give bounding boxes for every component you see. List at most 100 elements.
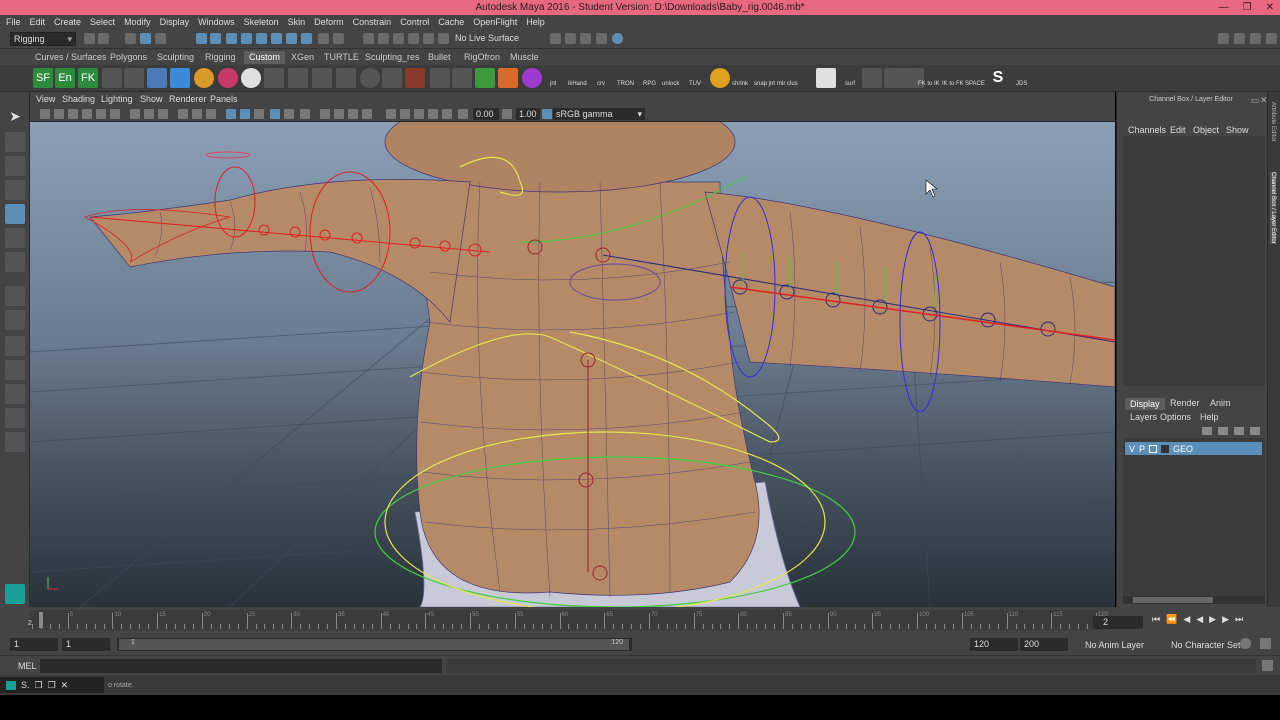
- render-frame-icon[interactable]: [550, 33, 561, 44]
- viewport-menu-panels[interactable]: Panels: [210, 94, 238, 104]
- menu-windows[interactable]: Windows: [198, 15, 240, 29]
- smooth-shade-icon[interactable]: [240, 109, 250, 119]
- shadows-icon[interactable]: [320, 109, 330, 119]
- layout-two-icon[interactable]: [5, 336, 25, 356]
- shelf-tool-icon-4[interactable]: [170, 68, 190, 88]
- snap-magnet-icon-3[interactable]: [393, 33, 404, 44]
- menu-create[interactable]: Create: [54, 15, 86, 29]
- shelf-tool-icon-6[interactable]: [218, 68, 238, 88]
- menu-select[interactable]: Select: [90, 15, 120, 29]
- ambient-occlusion-icon[interactable]: [334, 109, 344, 119]
- shelf-tool-icon-7[interactable]: [241, 68, 261, 88]
- bookmark-icon[interactable]: [68, 109, 78, 119]
- shelf-label-ik-to-fk[interactable]: IK to FK: [942, 81, 964, 87]
- anim-end-field[interactable]: 120: [970, 638, 1018, 651]
- menu-skin[interactable]: Skin: [288, 15, 311, 29]
- step-forward-frame-icon[interactable]: ▶︎: [1222, 614, 1229, 625]
- start-time-field[interactable]: 1: [10, 638, 58, 651]
- shelf-tool-icon-17[interactable]: [475, 68, 495, 88]
- time-slider[interactable]: 5 10 15 20 25 30 35 40 45 50 55 60 65 70 75 80 85 90 95 100…: [0, 607, 1280, 633]
- image-plane-icon[interactable]: [82, 109, 92, 119]
- workspace-icon[interactable]: [1218, 33, 1229, 44]
- snap-grid-icon[interactable]: [196, 33, 207, 44]
- grid-icon[interactable]: [130, 109, 140, 119]
- render-ipr-icon[interactable]: [565, 33, 576, 44]
- restore-window-icon[interactable]: ❐: [35, 680, 43, 691]
- shelf-tool-icon-9[interactable]: [288, 68, 308, 88]
- viewport-scene[interactable]: [30, 122, 1115, 607]
- play-back-icon[interactable]: ◀: [1196, 614, 1203, 625]
- layer-tab-render[interactable]: Render: [1170, 398, 1200, 408]
- camera-select-icon[interactable]: [40, 109, 50, 119]
- maya-window-icon[interactable]: [6, 680, 16, 690]
- step-back-frame-icon[interactable]: ◀︎: [1183, 614, 1190, 625]
- shelf-tab-curves[interactable]: Curves / Surfaces: [35, 51, 107, 64]
- shelf-label-tron[interactable]: TRON: [617, 81, 634, 87]
- shelf-tab-turtle[interactable]: TURTLE: [324, 51, 359, 64]
- shelf-tool-icon-16[interactable]: [452, 68, 472, 88]
- end-time-field[interactable]: 200: [1020, 638, 1068, 651]
- fk-tool-button[interactable]: FK: [78, 68, 98, 88]
- layer-name[interactable]: GEO: [1173, 444, 1193, 454]
- viewport-menu-lighting[interactable]: Lighting: [101, 94, 133, 104]
- shelf-label-jds[interactable]: JDS: [1016, 81, 1027, 87]
- history-icon[interactable]: [333, 33, 344, 44]
- select-tool-icon[interactable]: ➤: [5, 108, 25, 128]
- film-gate-icon[interactable]: [144, 109, 154, 119]
- rotate-tool-icon[interactable]: [5, 204, 25, 224]
- layer-row-geo[interactable]: V P GEO: [1125, 442, 1262, 455]
- select-mask-icon-3[interactable]: [301, 33, 312, 44]
- shelf-label-space[interactable]: SPACE: [965, 81, 985, 87]
- last-tool-icon[interactable]: [5, 252, 25, 272]
- auto-key-icon[interactable]: [1240, 638, 1251, 649]
- antialiasing-icon[interactable]: [362, 109, 372, 119]
- camera-attrs-icon[interactable]: [54, 109, 64, 119]
- channels-menu[interactable]: Channels: [1128, 125, 1166, 135]
- minimized-window-s[interactable]: S.: [21, 680, 30, 690]
- layer-scrollbar[interactable]: [1123, 596, 1265, 604]
- exposure-toggle-icon[interactable]: [458, 109, 468, 119]
- panel-layout-icon[interactable]: [1234, 33, 1245, 44]
- layer-list[interactable]: V P GEO: [1123, 438, 1265, 598]
- live-surface-label[interactable]: No Live Surface: [455, 33, 519, 43]
- layout-icon[interactable]: [428, 109, 438, 119]
- channel-edit-menu[interactable]: Edit: [1170, 125, 1186, 135]
- color-management-icon[interactable]: [542, 109, 552, 119]
- shelf-tab-rigging[interactable]: Rigging: [205, 51, 236, 64]
- restore-icon[interactable]: ❐: [1243, 0, 1252, 15]
- menu-cache[interactable]: Cache: [438, 15, 469, 29]
- close-window-icon[interactable]: ✕: [61, 680, 69, 691]
- menu-constrain[interactable]: Constrain: [353, 15, 397, 29]
- layer-tab-display[interactable]: Display: [1125, 398, 1165, 410]
- menu-display[interactable]: Display: [160, 15, 195, 29]
- gamma-icon[interactable]: [502, 109, 512, 119]
- exposure-field[interactable]: 0.00: [473, 108, 499, 120]
- panel-layout-icon-2[interactable]: [1250, 33, 1261, 44]
- render-settings-icon[interactable]: [580, 33, 591, 44]
- shelf-tab-xgen[interactable]: XGen: [291, 51, 314, 64]
- hypershade-icon[interactable]: [596, 33, 607, 44]
- layout-four-icon[interactable]: [5, 310, 25, 330]
- select-mask-icon[interactable]: [271, 33, 282, 44]
- select-mask-icon-2[interactable]: [286, 33, 297, 44]
- channel-object-menu[interactable]: Object: [1193, 125, 1219, 135]
- layout-graph-icon[interactable]: [5, 384, 25, 404]
- layer-color-icon[interactable]: [1161, 444, 1170, 453]
- shelf-tool-icon-2[interactable]: [124, 68, 144, 88]
- menu-openflight[interactable]: OpenFlight: [473, 15, 522, 29]
- field-chart-icon[interactable]: [192, 109, 202, 119]
- close-icon[interactable]: ✕: [1266, 0, 1274, 15]
- snap-view-icon[interactable]: [241, 33, 252, 44]
- preferences-icon[interactable]: [1260, 638, 1271, 649]
- go-to-end-icon[interactable]: ⏭: [1235, 614, 1243, 625]
- floating-control[interactable]: [205, 151, 251, 159]
- wireframe-icon[interactable]: [226, 109, 236, 119]
- panel-layout-icon-3[interactable]: [1266, 33, 1277, 44]
- menu-file[interactable]: File: [6, 15, 26, 29]
- shelf-label-ikhand[interactable]: ikHand: [568, 81, 587, 87]
- shelf-label-fk-to-ik[interactable]: FK to IK: [918, 81, 940, 87]
- shelf-label-surf[interactable]: surf: [845, 81, 855, 87]
- current-time-marker[interactable]: [38, 612, 43, 628]
- anim-layer-dropdown[interactable]: No Anim Layer: [1085, 640, 1144, 650]
- minimize-icon[interactable]: —: [1219, 0, 1229, 15]
